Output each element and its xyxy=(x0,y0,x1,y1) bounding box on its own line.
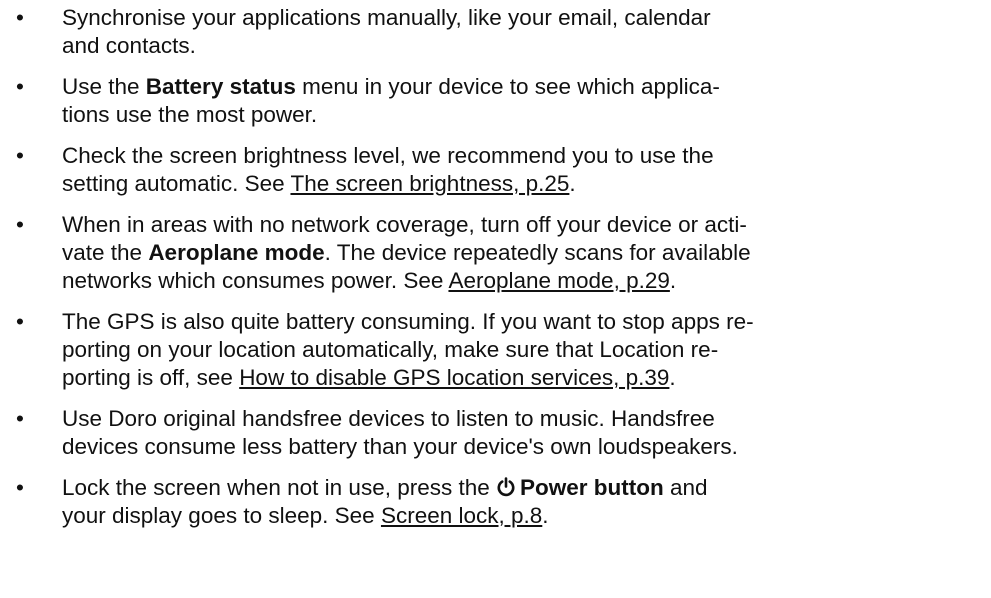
bullet: • xyxy=(16,212,24,237)
battery-tips-list: • Synchronise your applications manually… xyxy=(0,0,991,543)
tip-text: setting automatic. See xyxy=(62,171,291,196)
list-item: • Lock the screen when not in use, press… xyxy=(0,474,991,530)
tip-text: Use the xyxy=(62,74,146,99)
tip-text: . The device repeatedly scans for availa… xyxy=(324,240,751,265)
tip-text: Synchronise your applications manually, … xyxy=(62,5,711,30)
tip-text: networks which consumes power. See xyxy=(62,268,449,293)
tip-text: Check the screen brightness level, we re… xyxy=(62,143,714,168)
power-button-label: Power button xyxy=(520,475,664,500)
battery-status-menu-label: Battery status xyxy=(145,74,296,99)
bullet: • xyxy=(16,309,24,334)
tip-text: and contacts. xyxy=(62,33,196,58)
tip-text: Use Doro original handsfree devices to l… xyxy=(62,406,715,431)
tip-text: When in areas with no network coverage, … xyxy=(62,212,747,237)
tip-text: . xyxy=(569,171,576,196)
link-screen-lock[interactable]: Screen lock, p.8 xyxy=(381,503,542,528)
tip-text: tions use the most power. xyxy=(62,102,318,127)
tip-text: . xyxy=(669,268,677,293)
tip-text: and xyxy=(663,475,708,500)
tip-text: porting on your location automatically, … xyxy=(62,337,719,362)
link-screen-brightness[interactable]: The screen brightness, p.25 xyxy=(290,171,569,196)
list-item: • When in areas with no network coverage… xyxy=(0,211,991,295)
power-icon xyxy=(496,476,516,497)
bullet: • xyxy=(16,143,24,168)
bullet: • xyxy=(16,5,24,30)
tip-text: menu in your device to see which applica… xyxy=(295,74,720,99)
bullet: • xyxy=(16,475,24,500)
list-item: • Synchronise your applications manually… xyxy=(0,4,991,60)
tip-text: . xyxy=(669,365,676,390)
list-item: • Check the screen brightness level, we … xyxy=(0,142,991,198)
tip-text: vate the xyxy=(62,240,149,265)
list-item: • The GPS is also quite battery consumin… xyxy=(0,308,991,392)
tip-text: your display goes to sleep. See xyxy=(62,503,381,528)
bullet: • xyxy=(16,74,24,99)
tip-text: . xyxy=(542,503,549,528)
aeroplane-mode-label: Aeroplane mode xyxy=(148,240,325,265)
tip-text: Lock the screen when not in use, press t… xyxy=(62,475,497,500)
tip-text: devices consume less battery than your d… xyxy=(62,434,738,459)
tip-text: The GPS is also quite battery consuming.… xyxy=(62,309,754,334)
bullet: • xyxy=(16,406,24,431)
link-disable-gps[interactable]: How to disable GPS location services, p.… xyxy=(239,365,669,390)
link-aeroplane-mode[interactable]: Aeroplane mode, p.29 xyxy=(448,268,669,293)
tip-text: porting is off, see xyxy=(62,365,240,390)
list-item: • Use the Battery status menu in your de… xyxy=(0,73,991,129)
list-item: • Use Doro original handsfree devices to… xyxy=(0,405,991,461)
